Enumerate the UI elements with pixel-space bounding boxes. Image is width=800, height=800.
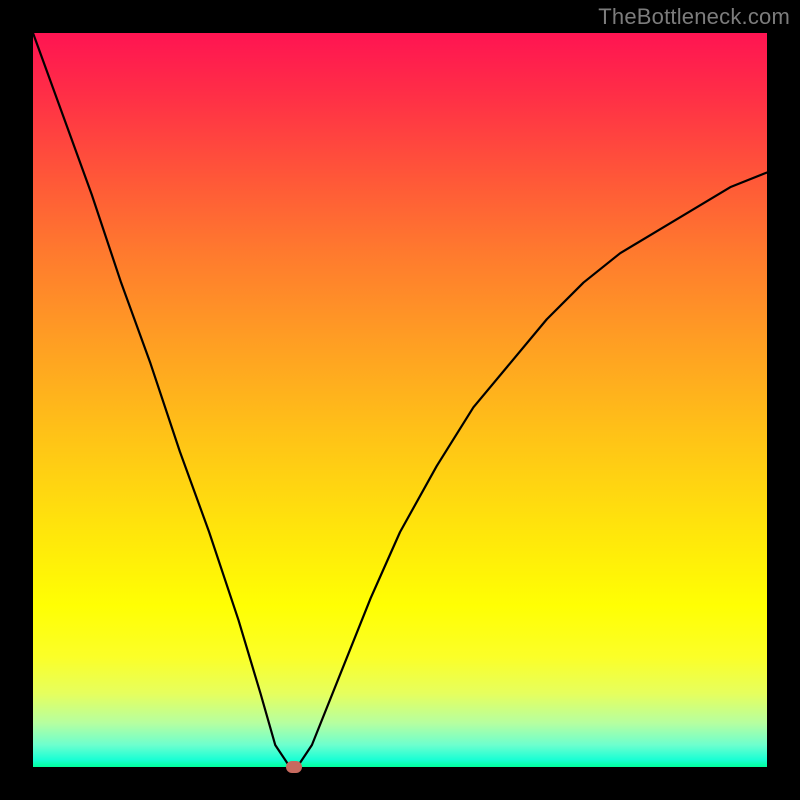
chart-plot-area <box>33 33 767 767</box>
bottleneck-curve <box>33 33 767 767</box>
watermark-text: TheBottleneck.com <box>598 4 790 30</box>
optimal-point-marker <box>286 761 302 773</box>
